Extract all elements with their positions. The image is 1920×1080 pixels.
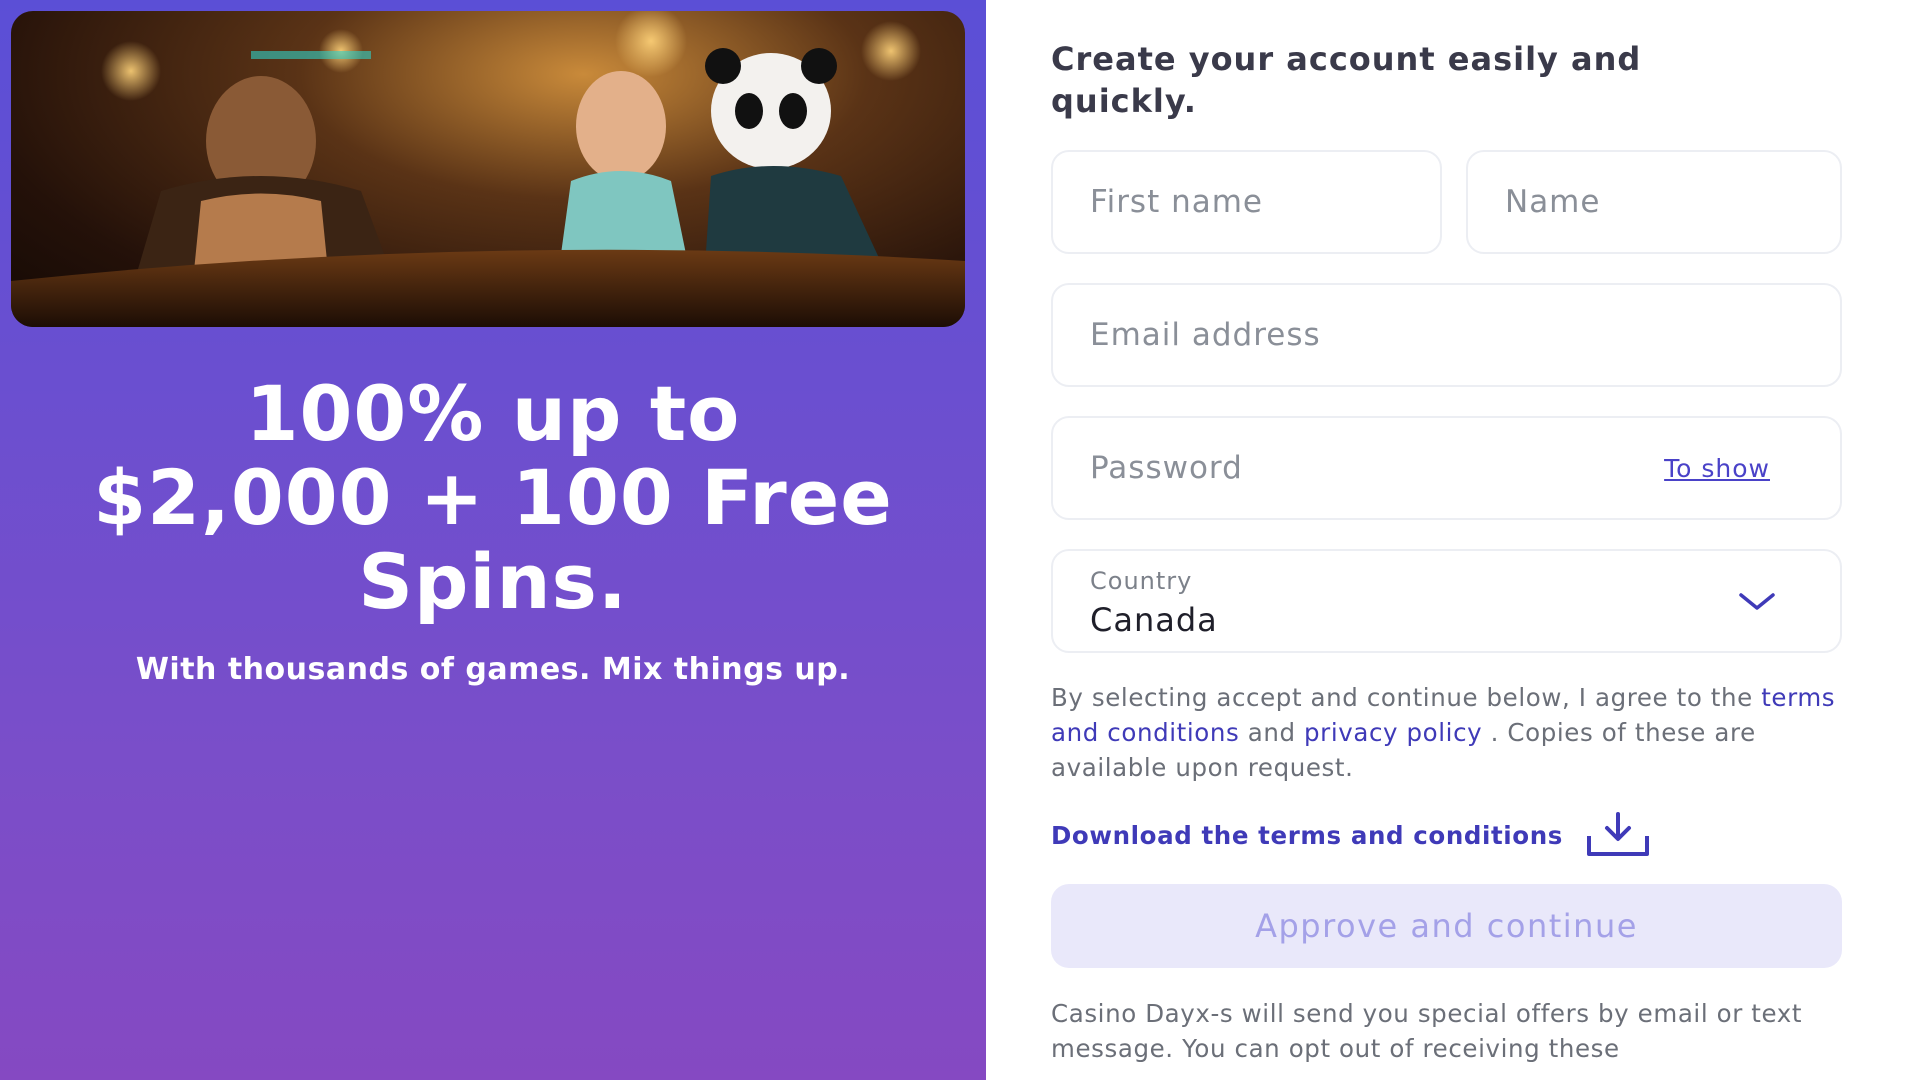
hero-image — [11, 11, 965, 327]
password-input[interactable] — [1090, 450, 1615, 486]
legal-and: and — [1247, 718, 1296, 747]
email-input[interactable] — [1090, 317, 1840, 353]
promo-headline: 100% up to $2,000 + 100 Free Spins. — [0, 372, 986, 624]
legal-prefix: By selecting accept and continue below, … — [1051, 683, 1753, 712]
headline-line-3: Spins. — [358, 537, 628, 626]
country-select[interactable]: Country Canada — [1051, 549, 1842, 653]
show-password-link[interactable]: To show — [1664, 454, 1770, 483]
marketing-consent-note: Casino Dayx-s will send you special offe… — [1051, 999, 1803, 1063]
country-label: Country — [1090, 567, 1193, 595]
legal-text: By selecting accept and continue below, … — [1051, 680, 1861, 785]
first-name-input[interactable] — [1090, 184, 1440, 220]
email-field[interactable] — [1051, 283, 1842, 387]
hero-illustration — [11, 11, 965, 327]
privacy-link[interactable]: privacy policy — [1304, 718, 1482, 747]
download-icon — [1586, 812, 1649, 856]
download-terms-link[interactable]: Download the terms and conditions — [1051, 812, 1651, 858]
name-field[interactable] — [1466, 150, 1842, 254]
approve-continue-button[interactable]: Approve and continue — [1051, 884, 1842, 968]
password-field[interactable]: To show — [1051, 416, 1842, 520]
name-input[interactable] — [1505, 184, 1840, 220]
promo-subline: With thousands of games. Mix things up. — [135, 652, 851, 687]
promo-panel: 100% up to $2,000 + 100 Free Spins. With… — [0, 0, 986, 1080]
download-label: Download the terms and conditions — [1051, 820, 1563, 850]
first-name-field[interactable] — [1051, 150, 1442, 254]
form-title: Create your account easily and quickly. — [1051, 40, 1642, 120]
headline-line-1: 100% up to — [245, 369, 741, 458]
country-value: Canada — [1090, 601, 1218, 639]
chevron-down-icon — [1739, 593, 1775, 610]
headline-line-2: $2,000 + 100 Free — [93, 453, 893, 542]
signup-form: Create your account easily and quickly. … — [986, 0, 1920, 1080]
